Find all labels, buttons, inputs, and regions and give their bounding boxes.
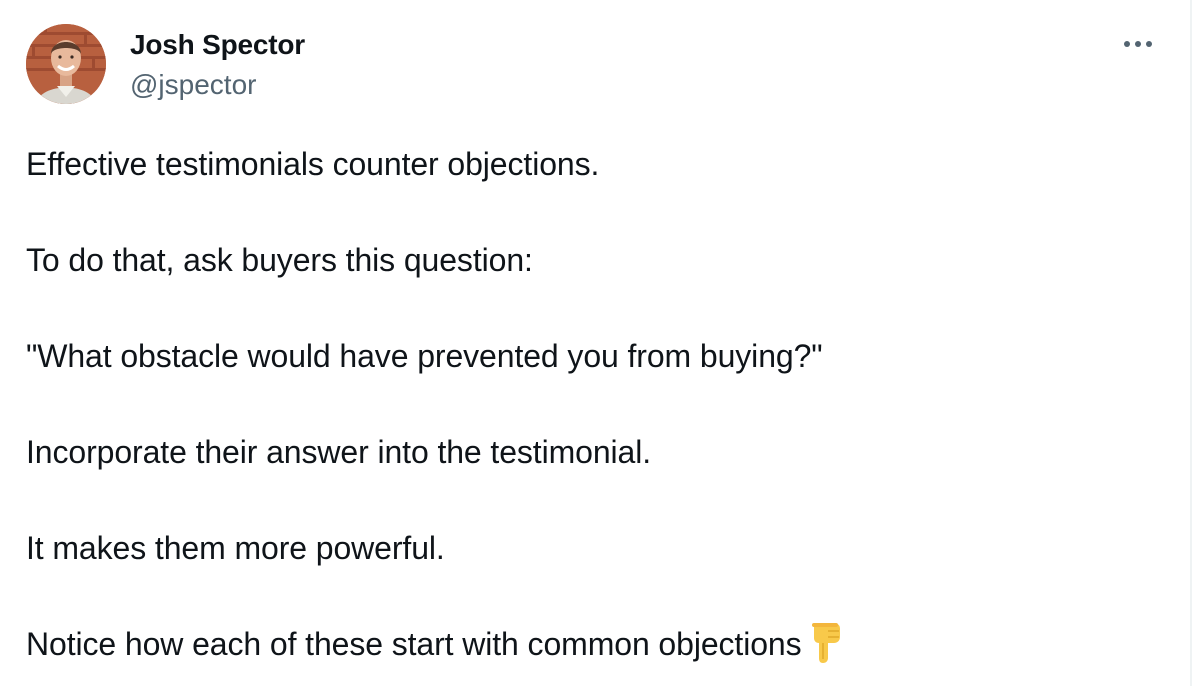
author-display-name[interactable]: Josh Spector bbox=[130, 28, 305, 62]
tweet-line-text: Notice how each of these start with comm… bbox=[26, 626, 802, 662]
tweet-line-last: Notice how each of these start with comm… bbox=[26, 620, 1156, 676]
more-options-button[interactable] bbox=[1116, 28, 1160, 60]
tweet-line: To do that, ask buyers this question: bbox=[26, 242, 533, 278]
author-handle[interactable]: @jspector bbox=[130, 68, 305, 102]
line-break bbox=[26, 572, 1156, 620]
avatar[interactable] bbox=[26, 24, 106, 104]
tweet-line: It makes them more powerful. bbox=[26, 530, 445, 566]
tweet-line: Incorporate their answer into the testim… bbox=[26, 434, 652, 470]
author-info: Josh Spector @jspector bbox=[130, 28, 305, 102]
line-break bbox=[26, 188, 1156, 236]
tweet-line: "What obstacle would have prevented you … bbox=[26, 338, 823, 374]
tweet-line: Effective testimonials counter objection… bbox=[26, 146, 600, 182]
tweet-text: Effective testimonials counter objection… bbox=[26, 140, 1156, 676]
avatar-photo bbox=[26, 24, 106, 104]
more-horizontal-icon bbox=[1124, 41, 1152, 47]
line-break bbox=[26, 380, 1156, 428]
tweet-card: Josh Spector @jspector Effective testimo… bbox=[0, 0, 1192, 686]
pointing-down-icon bbox=[810, 623, 842, 676]
line-break bbox=[26, 284, 1156, 332]
line-break bbox=[26, 476, 1156, 524]
